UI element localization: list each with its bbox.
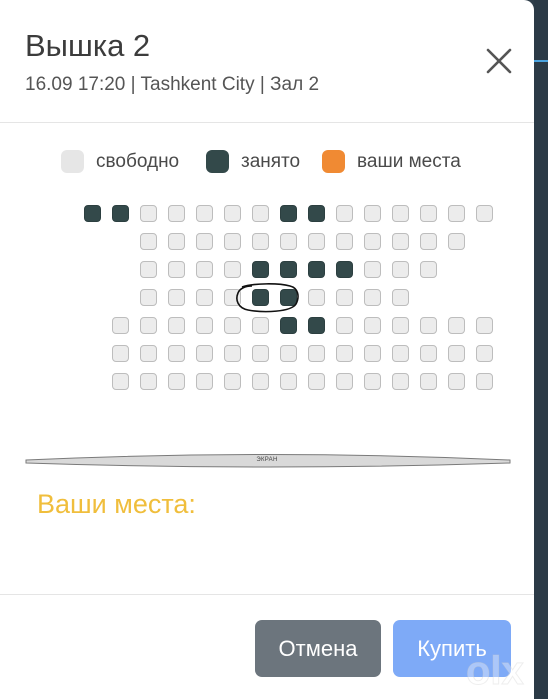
backdrop-accent <box>534 60 548 62</box>
seat-r5-s14[interactable] <box>476 317 493 334</box>
seat-r6-s13[interactable] <box>448 345 465 362</box>
seat-r1-s4[interactable] <box>168 205 185 222</box>
seat-r7-s6[interactable] <box>252 373 269 390</box>
seat-r3-s7 <box>308 261 325 278</box>
seat-r5-s7 <box>280 317 297 334</box>
seat-r5-s4[interactable] <box>196 317 213 334</box>
seat-r5-s8 <box>308 317 325 334</box>
seat-r1-s3[interactable] <box>140 205 157 222</box>
seat-r5-s11[interactable] <box>392 317 409 334</box>
seat-r7-s1[interactable] <box>112 373 129 390</box>
seat-r6-s4[interactable] <box>196 345 213 362</box>
seat-r4-s1[interactable] <box>140 289 157 306</box>
seat-r7-s5[interactable] <box>224 373 241 390</box>
seat-r3-s5 <box>252 261 269 278</box>
seat-r2-s4[interactable] <box>224 233 241 250</box>
seat-r3-s9[interactable] <box>364 261 381 278</box>
seat-r2-s8[interactable] <box>336 233 353 250</box>
seat-r6-s14[interactable] <box>476 345 493 362</box>
seat-r1-s11[interactable] <box>364 205 381 222</box>
seat-r1-s9 <box>308 205 325 222</box>
seat-r4-s8[interactable] <box>336 289 353 306</box>
seat-r5-s9[interactable] <box>336 317 353 334</box>
seat-r6-s9[interactable] <box>336 345 353 362</box>
seat-r1-s5[interactable] <box>196 205 213 222</box>
seat-r2-s1[interactable] <box>140 233 157 250</box>
seat-r2-s2[interactable] <box>168 233 185 250</box>
seat-r5-s2[interactable] <box>140 317 157 334</box>
seat-r2-s7[interactable] <box>308 233 325 250</box>
seat-r7-s7[interactable] <box>280 373 297 390</box>
seat-r2-s6[interactable] <box>280 233 297 250</box>
seat-r2-s11[interactable] <box>420 233 437 250</box>
seat-r4-s10[interactable] <box>392 289 409 306</box>
seat-r1-s7[interactable] <box>252 205 269 222</box>
seat-r6-s7[interactable] <box>280 345 297 362</box>
seat-r7-s4[interactable] <box>196 373 213 390</box>
seat-selection-modal: Вышка 2 16.09 17:20 | Tashkent City | За… <box>0 0 534 699</box>
seat-r4-s5 <box>252 289 269 306</box>
seat-r2-s10[interactable] <box>392 233 409 250</box>
seat-r7-s8[interactable] <box>308 373 325 390</box>
seat-r4-s7[interactable] <box>308 289 325 306</box>
your-seats-heading: Ваши места: <box>37 489 196 519</box>
seat-r3-s6 <box>280 261 297 278</box>
seat-r1-s2 <box>112 205 129 222</box>
seat-r1-s12[interactable] <box>392 205 409 222</box>
seat-r6-s5[interactable] <box>224 345 241 362</box>
seat-r1-s8 <box>280 205 297 222</box>
seat-r5-s13[interactable] <box>448 317 465 334</box>
seat-r7-s10[interactable] <box>364 373 381 390</box>
seat-r4-s3[interactable] <box>196 289 213 306</box>
seat-r6-s2[interactable] <box>140 345 157 362</box>
seat-r7-s13[interactable] <box>448 373 465 390</box>
seat-r7-s14[interactable] <box>476 373 493 390</box>
seat-r4-s6 <box>280 289 297 306</box>
seat-r3-s4[interactable] <box>224 261 241 278</box>
seat-r7-s3[interactable] <box>168 373 185 390</box>
seat-r3-s8 <box>336 261 353 278</box>
seat-r3-s10[interactable] <box>392 261 409 278</box>
seat-r1-s10[interactable] <box>336 205 353 222</box>
seat-r7-s12[interactable] <box>420 373 437 390</box>
seat-r1-s1 <box>84 205 101 222</box>
seat-r4-s4[interactable] <box>224 289 241 306</box>
seat-r5-s3[interactable] <box>168 317 185 334</box>
seat-r7-s9[interactable] <box>336 373 353 390</box>
seat-r7-s11[interactable] <box>392 373 409 390</box>
seat-r1-s6[interactable] <box>224 205 241 222</box>
seat-r1-s15[interactable] <box>476 205 493 222</box>
seat-r6-s12[interactable] <box>420 345 437 362</box>
seat-r3-s1[interactable] <box>140 261 157 278</box>
seat-r6-s10[interactable] <box>364 345 381 362</box>
seat-r7-s2[interactable] <box>140 373 157 390</box>
seat-r6-s11[interactable] <box>392 345 409 362</box>
seat-r2-s3[interactable] <box>196 233 213 250</box>
seat-r3-s3[interactable] <box>196 261 213 278</box>
seat-r2-s12[interactable] <box>448 233 465 250</box>
seat-r2-s5[interactable] <box>252 233 269 250</box>
seat-map <box>0 0 534 420</box>
seat-r5-s10[interactable] <box>364 317 381 334</box>
seat-r6-s3[interactable] <box>168 345 185 362</box>
seat-r6-s6[interactable] <box>252 345 269 362</box>
seat-r5-s6[interactable] <box>252 317 269 334</box>
seat-r5-s1[interactable] <box>112 317 129 334</box>
seat-r1-s13[interactable] <box>420 205 437 222</box>
seat-r2-s9[interactable] <box>364 233 381 250</box>
seat-r5-s5[interactable] <box>224 317 241 334</box>
seat-r4-s9[interactable] <box>364 289 381 306</box>
buy-button[interactable]: Купить <box>393 620 511 677</box>
cancel-button[interactable]: Отмена <box>255 620 381 677</box>
seat-r4-s2[interactable] <box>168 289 185 306</box>
seat-r6-s8[interactable] <box>308 345 325 362</box>
seat-r3-s11[interactable] <box>420 261 437 278</box>
screen-label: ЭКРАН <box>256 457 278 463</box>
page-backdrop <box>534 0 548 699</box>
seat-r6-s1[interactable] <box>112 345 129 362</box>
seat-r5-s12[interactable] <box>420 317 437 334</box>
seat-r3-s2[interactable] <box>168 261 185 278</box>
seat-r1-s14[interactable] <box>448 205 465 222</box>
